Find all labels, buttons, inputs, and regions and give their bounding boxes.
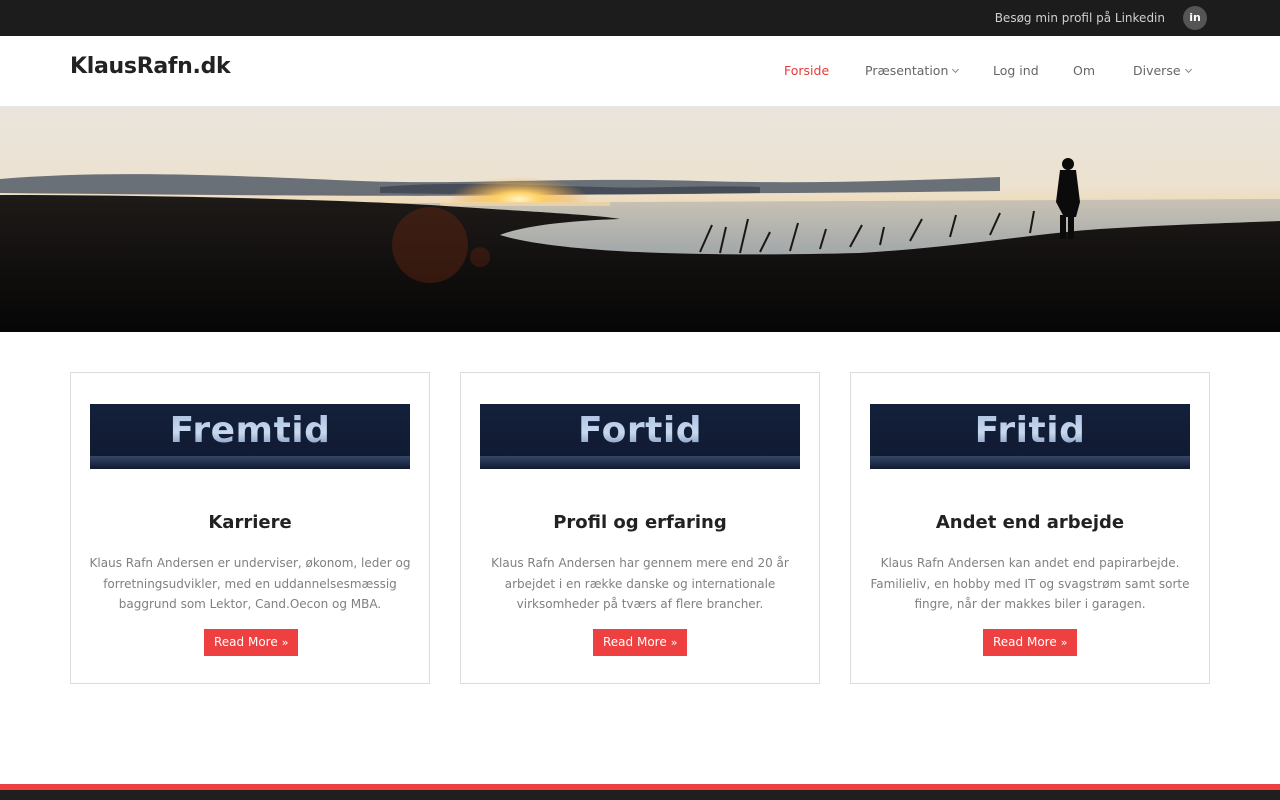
chevron-down-icon xyxy=(1184,65,1192,74)
nav-label: Præsentation xyxy=(865,63,949,78)
footer xyxy=(0,790,1280,800)
card-banner-text: Fortid xyxy=(480,410,800,451)
card-karriere: Fremtid Karriere Klaus Rafn Andersen er … xyxy=(70,372,430,684)
chevron-down-icon xyxy=(952,65,960,74)
card-fritid: Fritid Andet end arbejde Klaus Rafn Ande… xyxy=(850,372,1210,684)
nav-label: Forside xyxy=(784,63,830,78)
card-banner-text: Fritid xyxy=(870,410,1190,451)
double-chevron-right-icon: » xyxy=(281,636,289,649)
card-title: Profil og erfaring xyxy=(553,512,727,533)
site-header: KlausRafn.dk Forside Præsentation Log in… xyxy=(0,36,1280,107)
sunset-landscape-image xyxy=(0,107,1280,332)
read-more-button[interactable]: Read More» xyxy=(593,629,688,656)
card-banner-text: Fremtid xyxy=(90,410,410,451)
banner-reflection xyxy=(90,456,410,469)
read-more-button[interactable]: Read More» xyxy=(204,629,299,656)
nav-label: Om xyxy=(1073,63,1096,78)
banner-reflection xyxy=(870,456,1190,469)
card-text: Klaus Rafn Andersen er underviser, økono… xyxy=(89,556,411,611)
card-title: Karriere xyxy=(208,512,292,533)
linkedin-link[interactable]: Besøg min profil på Linkedin xyxy=(995,11,1165,25)
card-banner-image: Fortid xyxy=(480,404,800,469)
card-banner-image: Fremtid xyxy=(90,404,410,469)
card-profil: Fortid Profil og erfaring Klaus Rafn And… xyxy=(460,372,820,684)
nav-item-log-ind[interactable]: Log ind xyxy=(993,63,1039,78)
nav-item-om[interactable]: Om xyxy=(1073,63,1095,78)
main-nav: Forside Præsentation Log ind Om Diverse xyxy=(0,63,1280,83)
card-text: Klaus Rafn Andersen har gennem mere end … xyxy=(491,556,789,611)
top-bar: Besøg min profil på Linkedin in xyxy=(0,0,1280,36)
nav-label: Diverse xyxy=(1133,63,1181,78)
linkedin-icon[interactable]: in xyxy=(1183,6,1207,30)
nav-label: Log ind xyxy=(993,63,1039,78)
nav-item-praesentation[interactable]: Præsentation xyxy=(865,63,960,78)
hero-image xyxy=(0,107,1280,332)
read-more-button[interactable]: Read More» xyxy=(983,629,1078,656)
nav-item-diverse[interactable]: Diverse xyxy=(1133,63,1192,78)
button-label: Read More xyxy=(603,635,667,649)
card-text: Klaus Rafn Andersen kan andet end papira… xyxy=(870,556,1190,611)
banner-reflection xyxy=(480,456,800,469)
card-banner-image: Fritid xyxy=(870,404,1190,469)
nav-item-forside[interactable]: Forside xyxy=(784,63,829,78)
button-label: Read More xyxy=(214,635,278,649)
double-chevron-right-icon: » xyxy=(1060,636,1068,649)
button-label: Read More xyxy=(993,635,1057,649)
card-title: Andet end arbejde xyxy=(935,512,1125,533)
double-chevron-right-icon: » xyxy=(670,636,678,649)
